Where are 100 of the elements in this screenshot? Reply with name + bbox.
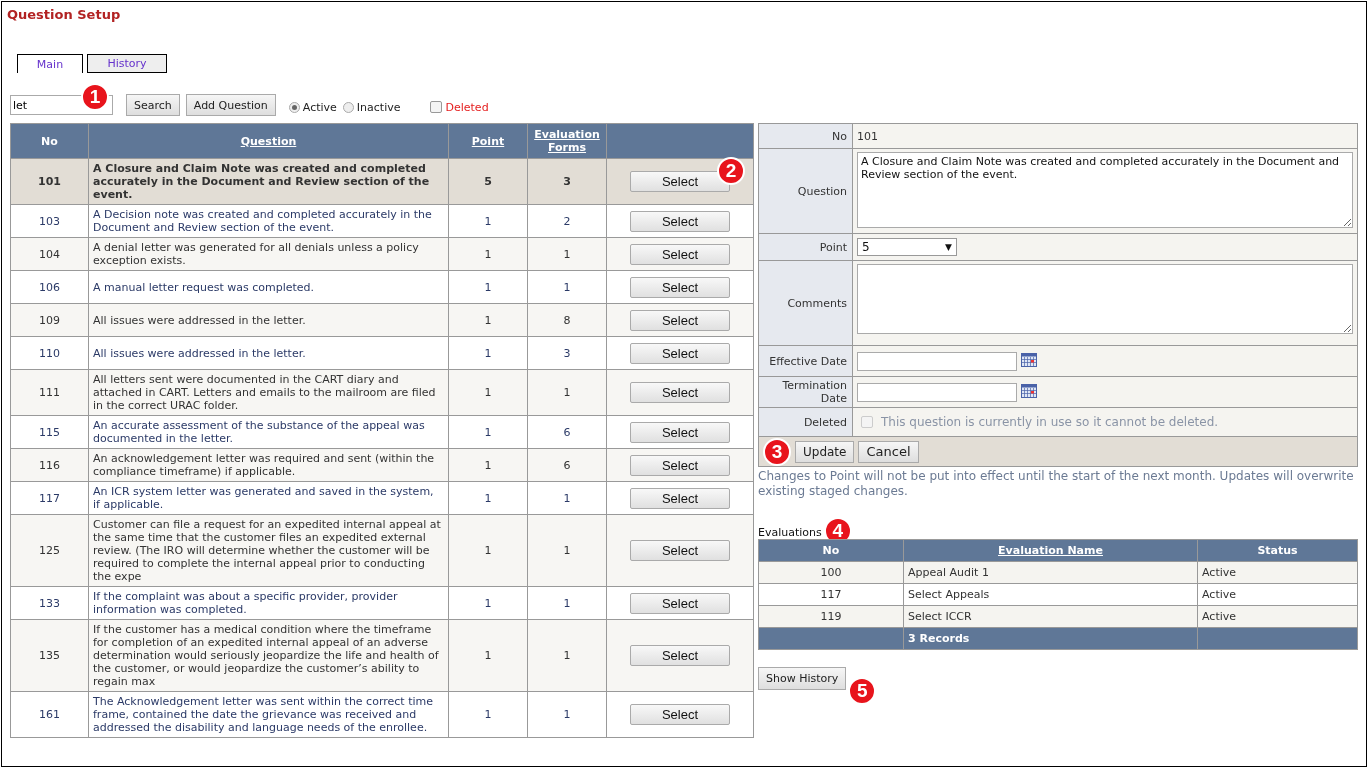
field-label: Deleted	[758, 407, 853, 437]
number-cell: 119	[758, 605, 904, 628]
checkbox-label: Deleted	[445, 100, 489, 114]
status-cell: Active	[1197, 583, 1358, 606]
search-button[interactable]: Search	[126, 94, 180, 116]
column-header[interactable]: Question	[88, 123, 449, 159]
status-cell: Active	[1197, 605, 1358, 628]
tab[interactable]: History	[87, 54, 167, 73]
checkbox-label: This question is currently in use so it cannot be deleted.	[881, 415, 1219, 429]
question-cell: A Decision note was created and completed accurately in the Document and Review section of the event.	[88, 204, 449, 238]
table-row[interactable]: 104 A denial letter was generated for all denials unless a policy exception exists. 1 1 Select	[10, 237, 754, 271]
field-label: Question	[758, 148, 853, 234]
number-cell: 109	[10, 303, 89, 337]
tab[interactable]: Main	[17, 54, 83, 73]
table-row[interactable]: 117 An ICR system letter was generated and saved in the system, if applicable. 1 1 Select	[10, 481, 754, 515]
table-row[interactable]: 133 If the complaint was about a specific provider, provider information was completed. 1 1 Select	[10, 586, 754, 620]
select-button[interactable]: Select	[630, 540, 730, 561]
question-cell: Customer can file a request for an expedited internal appeal at the same time that the customer files an expedited external review. (The IRO will determine whether the customer will be required to complete the internal appeal prior to conducting the expe	[88, 514, 449, 587]
caret-icon: ▼	[945, 242, 952, 252]
section-title: Evaluations	[758, 526, 822, 539]
add-question-button[interactable]: Add Question	[185, 94, 276, 116]
point-cell: 1	[448, 481, 528, 515]
step-badge: 5	[848, 677, 877, 705]
question-cell: All issues were addressed in the letter.	[88, 303, 449, 337]
column-header[interactable]: Evaluation Forms	[527, 123, 607, 159]
forms-cell: 3	[527, 336, 607, 370]
question-cell: A Closure and Claim Note was created and completed accurately in the Document and Review section of the event.	[88, 158, 449, 205]
select-button[interactable]: Select	[630, 342, 730, 364]
point-cell: 1	[448, 586, 528, 620]
number-cell: 115	[10, 415, 89, 449]
table-row[interactable]: 111 All letters sent were documented in the CART diary and attached in CART. Letters and emails to the mailroom are filed in the correct URAC folder. 1 1 Select	[10, 369, 754, 416]
name-cell: Select Appeals	[903, 583, 1198, 606]
page-title: Question Setup	[6, 6, 122, 24]
cancel-button[interactable]: Cancel	[858, 440, 919, 463]
number-cell: 104	[10, 237, 89, 271]
date-input[interactable]	[857, 351, 1017, 371]
select-button[interactable]: Select	[630, 645, 730, 666]
number-cell: 103	[10, 204, 89, 238]
forms-cell: 1	[527, 514, 607, 587]
point-cell: 1	[448, 270, 528, 304]
column-header[interactable]: Point	[448, 123, 528, 159]
field-value: 101	[852, 123, 1358, 149]
question-cell: A manual letter request was completed.	[88, 270, 449, 304]
table-row[interactable]: 115 An accurate assessment of the substance of the appeal was documented in the letter. 1 6 Select	[10, 415, 754, 449]
forms-cell: 1	[527, 270, 607, 304]
forms-cell: 1	[527, 481, 607, 515]
column-header: Status	[1197, 539, 1358, 562]
checkbox[interactable]	[430, 101, 443, 113]
name-cell: Select ICCR	[903, 605, 1198, 628]
table-row[interactable]: 103 A Decision note was created and completed accurately in the Document and Review section of the event. 1 2 Select	[10, 204, 754, 238]
forms-cell: 6	[527, 448, 607, 482]
forms-cell: 1	[527, 586, 607, 620]
column-header: No	[10, 123, 89, 159]
table-row[interactable]: 110 All issues were addressed in the letter. 1 3 Select	[10, 336, 754, 370]
table-row[interactable]: 109 All issues were addressed in the letter. 1 8 Select	[10, 303, 754, 337]
name-cell: Appeal Audit 1	[903, 561, 1198, 584]
select-button[interactable]: Select	[630, 487, 730, 509]
forms-cell: 1	[527, 691, 607, 738]
select-button[interactable]: Select	[630, 704, 730, 725]
select-button[interactable]: Select	[630, 421, 730, 443]
question-cell: A denial letter was generated for all denials unless a policy exception exists.	[88, 237, 449, 271]
number-cell: 135	[10, 619, 89, 692]
step-badge: 3	[763, 437, 791, 466]
date-input[interactable]	[857, 382, 1017, 402]
select-button[interactable]: Select	[630, 382, 730, 403]
point-cell: 5	[448, 158, 528, 205]
text-area[interactable]: A Closure and Claim Note was created and completed accurately in the Document and Review section of the event.	[857, 152, 1353, 228]
select-button[interactable]: Select	[630, 454, 730, 476]
select-button[interactable]: Select	[630, 243, 730, 265]
point-cell: 1	[448, 336, 528, 370]
select-button[interactable]: Select	[630, 309, 730, 331]
question-cell: If the complaint was about a specific provider, provider information was completed.	[88, 586, 449, 620]
radio-button[interactable]	[342, 101, 354, 113]
calendar-icon[interactable]	[1021, 351, 1037, 367]
info-note: Changes to Point will not be put into effect until the start of the next month. Updates will overwrite existing staged changes.	[758, 469, 1355, 499]
question-cell: An acknowledgement letter was required and sent (within the compliance timeframe) if applicable.	[88, 448, 449, 482]
table-row[interactable]: 106 A manual letter request was completed. 1 1 Select	[10, 270, 754, 304]
select-button[interactable]: Select	[630, 210, 730, 232]
point-cell: 1	[448, 303, 528, 337]
calendar-icon[interactable]	[1021, 382, 1037, 398]
radio-button[interactable]	[288, 101, 300, 113]
update-button[interactable]: Update	[795, 440, 855, 463]
column-header[interactable]: Evaluation Name	[903, 539, 1198, 562]
table-row[interactable]: 116 An acknowledgement letter was required and sent (within the compliance timeframe) if applicable. 1 6 Select	[10, 448, 754, 482]
question-cell: All letters sent were documented in the CART diary and attached in CART. Letters and emails to the mailroom are filed in the correct URAC folder.	[88, 369, 449, 416]
forms-cell: 3	[527, 158, 607, 205]
question-cell: An accurate assessment of the substance of the appeal was documented in the letter.	[88, 415, 449, 449]
show-history-button[interactable]: Show History	[758, 667, 847, 690]
table-row[interactable]	[10, 619, 754, 692]
step-badge: 1	[81, 83, 109, 111]
text-area[interactable]	[857, 264, 1353, 334]
question-cell: If the customer has a medical condition where the timeframe for completion of an expedited internal appeal of an adverse determination would seriously jeopardize the life and health of the customer, or would jeopardize the customer’s ability to regain max	[88, 619, 449, 692]
point-cell: 1	[448, 619, 528, 692]
select-button[interactable]: Select	[630, 592, 730, 614]
table-row[interactable]	[10, 514, 754, 587]
point-dropdown[interactable]: 5 ▼	[857, 238, 957, 256]
point-cell: 1	[448, 237, 528, 271]
field-label: Point	[758, 233, 853, 261]
table-row[interactable]: 161 The Acknowledgement letter was sent within the correct time frame, contained the date the grievance was received and addressed the disability and language needs of the enrollee. 1 1 Select	[10, 691, 754, 738]
select-button[interactable]: Select	[630, 276, 730, 298]
